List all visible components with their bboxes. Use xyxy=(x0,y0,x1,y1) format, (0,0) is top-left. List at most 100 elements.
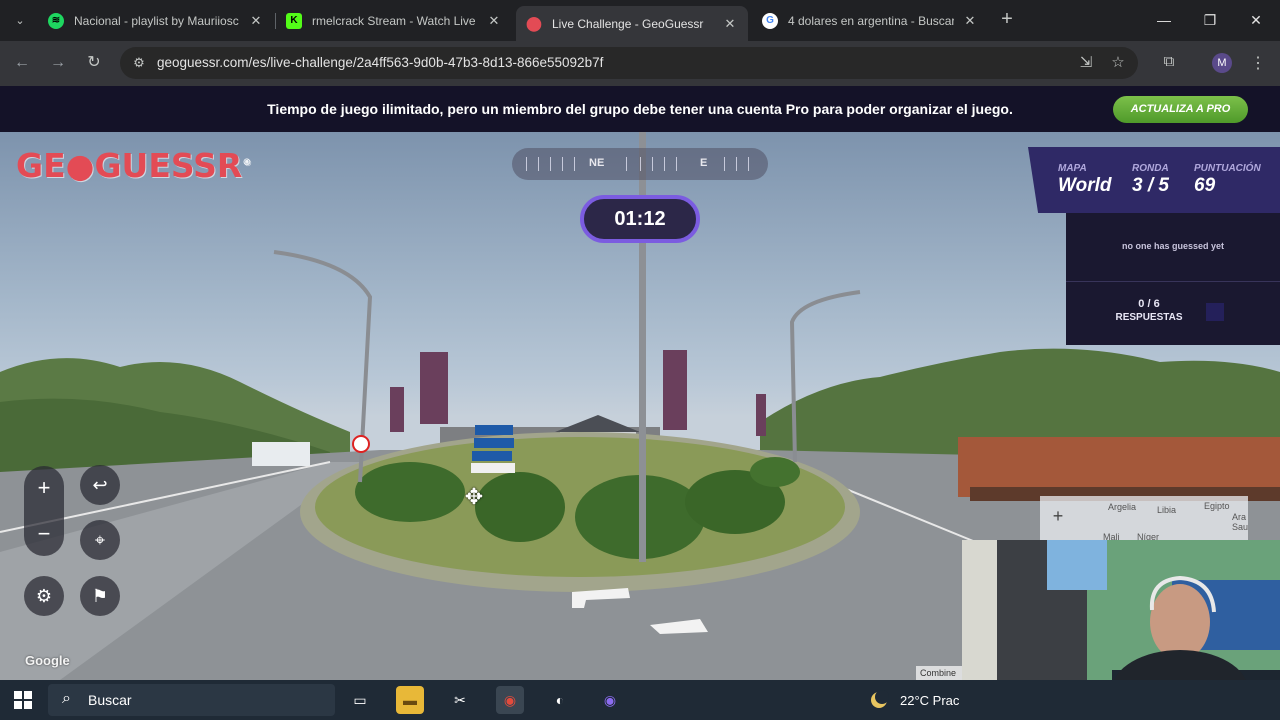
promo-text: Tiempo de juego ilimitado, pero un miemb… xyxy=(0,101,1280,117)
round-value: 3 / 5 xyxy=(1132,175,1169,196)
pro-upsell-banner: Tiempo de juego ilimitado, pero un miemb… xyxy=(0,86,1280,132)
tab-search-button[interactable]: ⌄ xyxy=(8,8,32,32)
undo-move-button[interactable]: ↩ xyxy=(80,465,120,505)
status-map: MAPA World xyxy=(1058,163,1111,197)
taskbar-search-box[interactable]: ⌕ Buscar xyxy=(48,684,335,716)
close-icon[interactable]: ✕ xyxy=(962,13,978,29)
bookmark-star-icon[interactable]: ☆ xyxy=(1108,53,1128,73)
compass-tick xyxy=(562,157,563,171)
back-arrow-icon[interactable]: ← xyxy=(10,51,34,75)
minimap-expand-button[interactable]: + xyxy=(1048,506,1068,526)
zoom-controls: + − xyxy=(24,466,64,556)
google-icon: G xyxy=(762,12,778,29)
combine-label: Combine xyxy=(916,666,964,680)
compass-tick xyxy=(550,157,551,171)
no-guesses-text: no one has guessed yet xyxy=(1121,241,1225,251)
task-view-icon[interactable]: ▭ xyxy=(346,686,374,714)
map-label-sau: Sau xyxy=(1232,522,1249,532)
round-timer: 01:12 xyxy=(580,195,700,243)
minimize-icon[interactable]: — xyxy=(1152,8,1176,32)
taskbar-search-label: Buscar xyxy=(88,692,132,708)
compass-tick xyxy=(652,157,653,171)
compass-tick xyxy=(724,157,725,171)
compass-tick xyxy=(538,157,539,171)
discord-icon[interactable]: ◉ xyxy=(596,686,624,714)
tab-title: Live Challenge - GeoGuessr xyxy=(552,16,704,31)
upgrade-pro-button[interactable]: ACTUALIZA A PRO xyxy=(1113,96,1248,123)
flag-icon: ⚑ xyxy=(91,586,109,606)
close-icon[interactable]: ✕ xyxy=(722,16,738,32)
compass-tick xyxy=(748,157,749,171)
restore-icon[interactable]: ❐ xyxy=(1198,8,1222,32)
flag-button[interactable]: ⚑ xyxy=(80,576,120,616)
tab-spotify[interactable]: ≋ Nacional - playlist by Mauriiosc ✕ xyxy=(38,6,274,35)
tab-title: Nacional - playlist by Mauriiosc xyxy=(74,13,239,28)
compass-label-e: E xyxy=(700,157,708,169)
promo-message: Tiempo de juego ilimitado, pero un miemb… xyxy=(267,101,1013,117)
more-menu-icon[interactable]: ⋮ xyxy=(1248,53,1268,75)
install-app-icon[interactable]: ⇲ xyxy=(1076,53,1096,73)
forward-arrow-icon[interactable]: → xyxy=(46,51,70,75)
return-to-start-button[interactable]: ⌖ xyxy=(80,520,120,560)
close-icon[interactable]: ✕ xyxy=(248,13,264,29)
chrome-icon[interactable]: ◉ xyxy=(496,686,524,714)
close-icon[interactable]: ✕ xyxy=(486,13,502,29)
search-icon: ⌕ xyxy=(62,690,71,707)
game-status-panel: MAPA World RONDA 3 / 5 PUNTUACIÓN 69 xyxy=(1028,147,1280,213)
windows-taskbar: ⌕ Buscar ▭ ▬ ✂ ◉ ◐ ◉ 22°C Prac xyxy=(0,680,1280,720)
responses-count: 0 / 6 xyxy=(1138,298,1160,310)
google-attribution: Google xyxy=(25,653,70,668)
new-tab-button[interactable]: + xyxy=(996,9,1018,31)
logo-pin-icon: ● xyxy=(65,146,95,185)
location-pin-icon: ⌖ xyxy=(94,530,106,550)
logo-text-right: GUESSR xyxy=(94,146,243,185)
compass-tick xyxy=(574,157,575,171)
compass-tick xyxy=(676,157,677,171)
compass-tick xyxy=(736,157,737,171)
windows-start-icon[interactable] xyxy=(14,691,32,709)
capcut-icon[interactable]: ✂ xyxy=(446,686,474,714)
file-explorer-icon[interactable]: ▬ xyxy=(396,686,424,714)
address-bar[interactable]: ⚙ geoguessr.com/es/live-challenge/2a4ff5… xyxy=(120,47,1138,79)
url-text[interactable]: geoguessr.com/es/live-challenge/2a4ff563… xyxy=(157,55,603,70)
profile-avatar[interactable]: M xyxy=(1212,53,1232,73)
map-label: MAPA xyxy=(1058,163,1087,174)
chevron-down-icon: ⌄ xyxy=(15,14,25,27)
spotify-icon: ≋ xyxy=(48,12,64,29)
tab-google-search[interactable]: G 4 dolares en argentina - Buscar ✕ xyxy=(752,6,988,35)
tab-strip: ⌄ ≋ Nacional - playlist by Mauriiosc ✕ K… xyxy=(0,0,1280,41)
geoguessr-logo[interactable]: GE●GUESSR® xyxy=(16,146,251,185)
map-label-argelia: Argelia xyxy=(1108,502,1137,512)
gear-icon: ⚙ xyxy=(35,586,53,606)
status-score: PUNTUACIÓN 69 xyxy=(1194,163,1261,197)
geoguessr-pin-icon: ⬤ xyxy=(526,15,542,31)
round-label: RONDA xyxy=(1132,163,1169,174)
zoom-in-button[interactable]: + xyxy=(24,468,64,508)
weather-text[interactable]: 22°C Prac xyxy=(900,693,959,708)
settings-button[interactable]: ⚙ xyxy=(24,576,64,616)
reload-icon[interactable]: ↻ xyxy=(82,51,106,75)
compass-tick xyxy=(526,157,527,171)
browser-toolbar: ← → ↻ ⚙ geoguessr.com/es/live-challenge/… xyxy=(0,41,1280,86)
weather-moon-icon[interactable] xyxy=(868,689,890,711)
tab-title: rmelcrack Stream - Watch Live o xyxy=(312,13,478,28)
tab-geoguessr[interactable]: ⬤ Live Challenge - GeoGuessr ✕ xyxy=(516,6,748,41)
map-value: World xyxy=(1058,175,1112,196)
obs-icon[interactable]: ◐ xyxy=(546,686,574,714)
panel-divider xyxy=(1066,281,1280,282)
compass: NE E xyxy=(512,148,768,180)
status-round: RONDA 3 / 5 xyxy=(1132,163,1169,197)
tab-kick[interactable]: K rmelcrack Stream - Watch Live o ✕ xyxy=(276,6,512,35)
score-label: PUNTUACIÓN xyxy=(1194,163,1261,174)
guess-minimap[interactable]: + Argelia Libia Egipto Ara Sau Mali Níge… xyxy=(1040,496,1249,542)
registered-mark: ® xyxy=(242,158,252,168)
zoom-out-button[interactable]: − xyxy=(24,514,64,554)
compass-tick xyxy=(626,157,627,171)
responses-label: RESPUESTAS xyxy=(1115,312,1183,323)
tab-title: 4 dolares en argentina - Buscar xyxy=(788,13,954,28)
extensions-puzzle-icon[interactable]: ⧉ xyxy=(1158,53,1180,75)
logo-text-left: GE xyxy=(16,146,66,185)
site-settings-icon[interactable]: ⚙ xyxy=(130,54,148,72)
close-window-icon[interactable]: ✕ xyxy=(1244,8,1268,32)
move-cursor-icon: ✥ xyxy=(464,484,484,509)
